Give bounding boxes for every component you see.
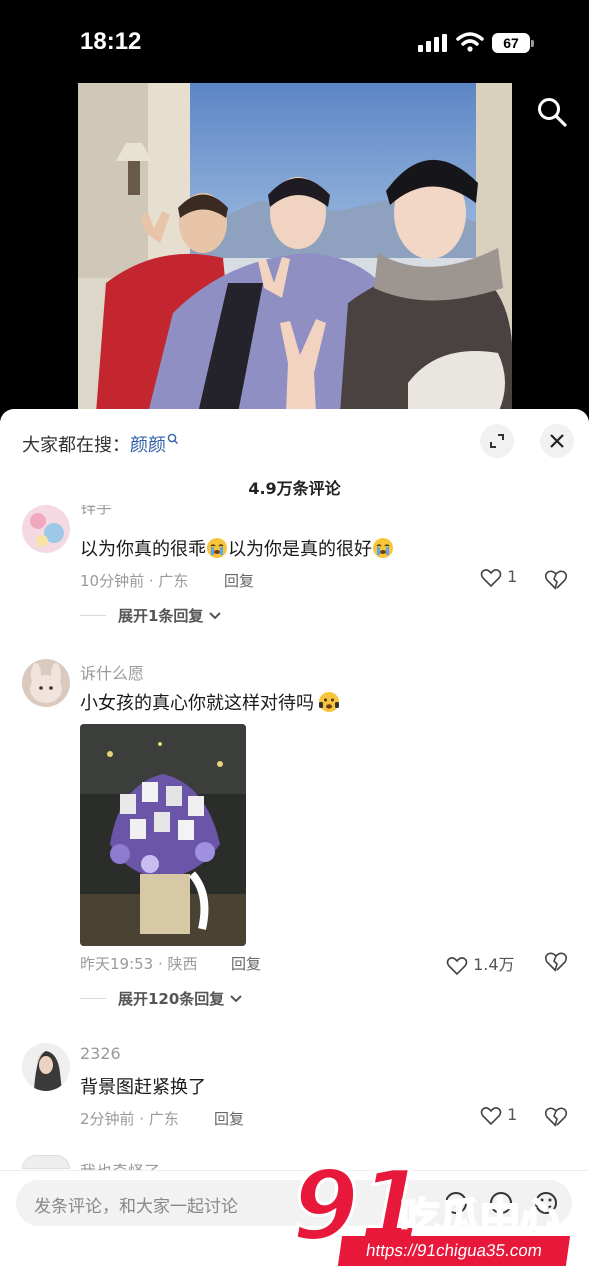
search-suggestion[interactable]: 大家都在搜：颜颜 [22,431,179,457]
chevron-down-icon [229,995,242,1003]
comment-username[interactable]: 2326 [80,1044,121,1063]
broken-heart-icon [544,1107,568,1127]
like-button[interactable]: 1.4万 [446,951,515,976]
like-button[interactable]: 1 [480,1105,517,1126]
comment-text-part: 以为你真的很乖 [80,539,206,560]
comment-text: 背景图赶紧换了 [80,1077,206,1098]
comment-text-part: 以为你是真的很好 [228,539,372,560]
heart-icon [480,1106,502,1125]
reply-button[interactable]: 回复 [214,1108,244,1129]
expand-replies-button[interactable]: 展开1条回复 [118,605,221,626]
signal-icon [418,34,447,52]
divider-line [80,615,106,616]
close-button[interactable] [540,424,574,458]
battery-icon: 67 [492,33,534,53]
comment-username[interactable]: 诉什么愿 [80,660,144,684]
comment-username[interactable]: 我也奇怪了 [80,1158,160,1170]
like-button[interactable]: 1 [480,567,517,588]
comment-image[interactable] [80,724,246,946]
search-suggestion-prefix: 大家都在搜： [22,435,130,456]
svg-text:吃瓜中心: 吃瓜中心 [400,1195,560,1241]
wifi-icon [456,32,484,52]
reply-button[interactable]: 回复 [224,570,254,591]
crying-face-icon [373,538,393,558]
search-suggestion-keyword[interactable]: 颜颜 [130,435,166,456]
expand-replies-button[interactable]: 展开120条回复 [118,988,242,1009]
video-photo[interactable] [78,83,512,413]
avatar[interactable] [22,659,70,707]
expand-replies-label: 展开1条回复 [118,607,204,625]
fullscreen-button[interactable] [480,424,514,458]
comment-username[interactable]: 锌芋 [80,505,112,517]
small-search-icon [167,433,178,444]
broken-heart-icon [544,570,568,590]
photo-image [78,83,512,413]
expand-replies-label: 展开120条回复 [118,990,225,1008]
dislike-button[interactable] [544,569,568,591]
avatar[interactable] [22,1155,70,1169]
comment-sheet: 大家都在搜：颜颜 4.9万条评论 锌芋 以为你真的很乖 以为你是真的很好 10分钟… [0,409,589,1280]
comment-text: 小女孩的真心你就这样对待吗 [80,689,340,715]
battery-level: 67 [492,33,530,53]
heart-icon [480,568,502,587]
watermark-url: https://91chigua35.com [337,1236,571,1266]
comment-meta: 昨天19:53 · 陕西 [80,955,198,973]
like-count: 1 [507,567,518,586]
crying-face-icon [207,538,227,558]
comment-count: 4.9万条评论 [248,479,341,498]
comment-input-placeholder: 发条评论，和大家一起讨论 [34,1197,238,1217]
dislike-button[interactable] [544,1106,568,1128]
search-icon[interactable] [536,96,568,128]
divider-line [80,998,106,999]
broken-heart-icon [544,952,568,972]
status-time: 18:12 [80,28,142,55]
avatar[interactable] [22,505,70,553]
like-count: 1 [507,1105,518,1124]
comment-meta: 2分钟前 · 广东 [80,1110,179,1128]
comment-text: 以为你真的很乖 以为你是真的很好 [80,535,394,561]
reply-button[interactable]: 回复 [231,953,261,974]
close-icon [550,434,564,448]
dislike-button[interactable] [544,951,568,973]
comment-meta: 10分钟前 · 广东 [80,572,189,590]
avatar[interactable] [22,1043,70,1091]
sad-face-icon [319,692,339,712]
chevron-down-icon [208,612,221,620]
bouquet-image [80,724,246,946]
expand-icon [490,434,504,448]
comment-text-part: 小女孩的真心你就这样对待吗 [80,693,314,714]
like-count: 1.4万 [473,955,515,974]
heart-icon [446,956,468,975]
status-bar: 18:12 67 [0,0,589,80]
